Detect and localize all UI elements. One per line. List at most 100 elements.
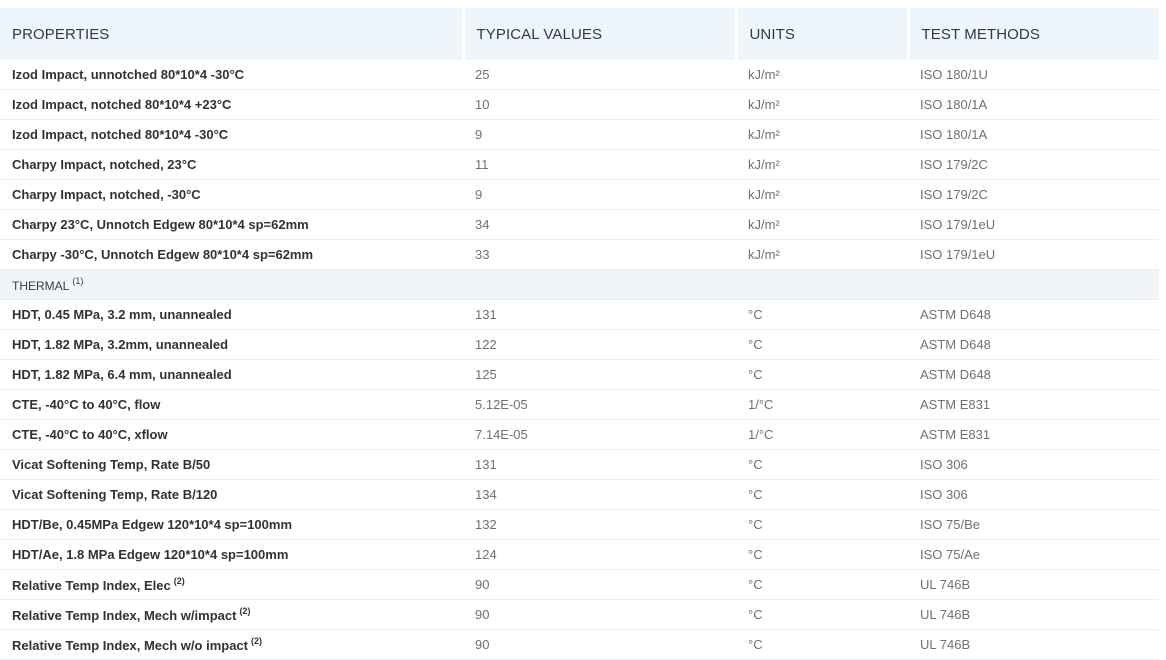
property-name: Charpy 23°C, Unnotch Edgew 80*10*4 sp=62… xyxy=(12,217,309,232)
method-cell: ISO 180/1A xyxy=(908,119,1159,150)
value-cell: 125 xyxy=(463,359,736,390)
method-cell: UL 746B xyxy=(908,629,1159,660)
footnote-marker: (2) xyxy=(173,576,185,586)
property-name: HDT/Ae, 1.8 MPa Edgew 120*10*4 sp=100mm xyxy=(12,547,289,562)
property-name: Izod Impact, notched 80*10*4 -30°C xyxy=(12,127,229,142)
method-cell: ASTM D648 xyxy=(908,329,1159,360)
property-cell: Relative Temp Index, Mech w/impact (2) xyxy=(0,599,463,630)
table-row: HDT/Be, 0.45MPa Edgew 120*10*4 sp=100mm 1… xyxy=(0,509,1159,540)
footnote-marker: (2) xyxy=(251,636,262,646)
section-label: THERMAL xyxy=(12,279,70,293)
properties-table-container: PROPERTIES TYPICAL VALUES UNITS TEST MET… xyxy=(0,8,1159,660)
table-row: HDT, 0.45 MPa, 3.2 mm, unannealed 131 °C AS… xyxy=(0,299,1159,330)
value-cell: 5.12E-05 xyxy=(463,389,736,420)
property-name: HDT, 0.45 MPa, 3.2 mm, unannealed xyxy=(12,307,232,322)
header-units: UNITS xyxy=(736,8,910,60)
property-cell: Vicat Softening Temp, Rate B/50 xyxy=(0,449,463,480)
value-cell: 9 xyxy=(463,179,736,210)
property-name: Charpy Impact, notched, -30°C xyxy=(12,187,201,202)
property-cell: Izod Impact, unnotched 80*10*4 -30°C xyxy=(0,60,463,90)
property-cell: HDT, 1.82 MPa, 6.4 mm, unannealed xyxy=(0,359,463,390)
table-row: Charpy Impact, notched, 23°C 11 kJ/m² ISO 1… xyxy=(0,149,1159,180)
value-cell: 131 xyxy=(463,299,736,330)
table-row: Vicat Softening Temp, Rate B/50 131 °C ISO … xyxy=(0,449,1159,480)
property-cell: Charpy Impact, notched, 23°C xyxy=(0,149,463,180)
method-cell: ISO 179/2C xyxy=(908,179,1159,210)
header-row: PROPERTIES TYPICAL VALUES UNITS TEST MET… xyxy=(0,8,1159,60)
unit-cell: kJ/m² xyxy=(736,239,908,270)
property-cell: Izod Impact, notched 80*10*4 +23°C xyxy=(0,89,463,120)
footnote-marker: (1) xyxy=(72,276,84,286)
value-cell: 11 xyxy=(463,149,736,180)
method-cell: ASTM D648 xyxy=(908,299,1159,330)
property-cell: Izod Impact, notched 80*10*4 -30°C xyxy=(0,119,463,150)
unit-cell: °C xyxy=(736,629,908,660)
value-cell: 7.14E-05 xyxy=(463,419,736,450)
property-cell: Charpy Impact, notched, -30°C xyxy=(0,179,463,210)
property-name: HDT/Be, 0.45MPa Edgew 120*10*4 sp=100mm xyxy=(12,517,293,532)
value-cell: 122 xyxy=(463,329,736,360)
method-cell: ASTM E831 xyxy=(908,419,1159,450)
property-name: HDT, 1.82 MPa, 3.2mm, unannealed xyxy=(12,337,229,352)
value-cell: 34 xyxy=(463,209,736,240)
unit-cell: °C xyxy=(736,569,908,600)
property-cell: Vicat Softening Temp, Rate B/120 xyxy=(0,479,463,510)
property-name: Vicat Softening Temp, Rate B/50 xyxy=(12,457,211,472)
value-cell: 134 xyxy=(463,479,736,510)
unit-cell: 1/°C xyxy=(736,389,908,420)
table-row: CTE, -40°C to 40°C, xflow 7.14E-05 1/°C AST… xyxy=(0,419,1159,450)
method-cell: ISO 179/2C xyxy=(908,149,1159,180)
unit-cell: °C xyxy=(736,329,908,360)
property-cell: HDT/Be, 0.45MPa Edgew 120*10*4 sp=100mm xyxy=(0,509,463,540)
method-cell: UL 746B xyxy=(908,569,1159,600)
property-name: Relative Temp Index, Mech w/impact xyxy=(12,608,237,623)
property-name: Relative Temp Index, Elec xyxy=(12,578,171,593)
unit-cell: kJ/m² xyxy=(736,179,908,210)
table-row: Relative Temp Index, Mech w/o impact (2) 9… xyxy=(0,629,1159,660)
value-cell: 90 xyxy=(463,599,736,630)
property-cell: CTE, -40°C to 40°C, xflow xyxy=(0,419,463,450)
table-row: Izod Impact, notched 80*10*4 +23°C 10 kJ/m… xyxy=(0,89,1159,120)
property-name: Relative Temp Index, Mech w/o impact xyxy=(12,638,248,653)
unit-cell: 1/°C xyxy=(736,419,908,450)
value-cell: 90 xyxy=(463,629,736,660)
property-cell: HDT/Ae, 1.8 MPa Edgew 120*10*4 sp=100mm xyxy=(0,539,463,570)
method-cell: ASTM E831 xyxy=(908,389,1159,420)
method-cell: ISO 306 xyxy=(908,479,1159,510)
header-properties: PROPERTIES xyxy=(0,8,465,60)
property-name: Izod Impact, unnotched 80*10*4 -30°C xyxy=(12,67,245,82)
unit-cell: °C xyxy=(736,299,908,330)
table-row: HDT/Ae, 1.8 MPa Edgew 120*10*4 sp=100mm 1… xyxy=(0,539,1159,570)
value-cell: 132 xyxy=(463,509,736,540)
table-row: CTE, -40°C to 40°C, flow 5.12E-05 1/°C ASTM… xyxy=(0,389,1159,420)
unit-cell: °C xyxy=(736,479,908,510)
unit-cell: kJ/m² xyxy=(736,89,908,120)
value-cell: 124 xyxy=(463,539,736,570)
method-cell: ASTM D648 xyxy=(908,359,1159,390)
unit-cell: kJ/m² xyxy=(736,149,908,180)
property-name: CTE, -40°C to 40°C, flow xyxy=(12,397,161,412)
property-name: Vicat Softening Temp, Rate B/120 xyxy=(12,487,218,502)
unit-cell: kJ/m² xyxy=(736,209,908,240)
unit-cell: kJ/m² xyxy=(736,119,908,150)
method-cell: ISO 179/1eU xyxy=(908,209,1159,240)
property-cell: Relative Temp Index, Elec (2) xyxy=(0,569,463,600)
table-body: Izod Impact, unnotched 80*10*4 -30°C 25 kJ… xyxy=(0,60,1159,660)
table-row: Izod Impact, notched 80*10*4 -30°C 9 kJ/m²… xyxy=(0,119,1159,150)
unit-cell: °C xyxy=(736,449,908,480)
unit-cell: °C xyxy=(736,509,908,540)
property-cell: Charpy 23°C, Unnotch Edgew 80*10*4 sp=62… xyxy=(0,209,463,240)
footnote-marker: (2) xyxy=(239,606,251,616)
method-cell: ISO 180/1A xyxy=(908,89,1159,120)
method-cell: ISO 75/Ae xyxy=(908,539,1159,570)
table-row: Izod Impact, unnotched 80*10*4 -30°C 25 kJ… xyxy=(0,60,1159,90)
method-cell: UL 746B xyxy=(908,599,1159,630)
method-cell: ISO 306 xyxy=(908,449,1159,480)
value-cell: 9 xyxy=(463,119,736,150)
unit-cell: kJ/m² xyxy=(736,60,908,90)
property-cell: HDT, 1.82 MPa, 3.2mm, unannealed xyxy=(0,329,463,360)
table-row: Vicat Softening Temp, Rate B/120 134 °C ISO… xyxy=(0,479,1159,510)
unit-cell: °C xyxy=(736,539,908,570)
method-cell: ISO 75/Be xyxy=(908,509,1159,540)
header-typical-values: TYPICAL VALUES xyxy=(463,8,738,60)
